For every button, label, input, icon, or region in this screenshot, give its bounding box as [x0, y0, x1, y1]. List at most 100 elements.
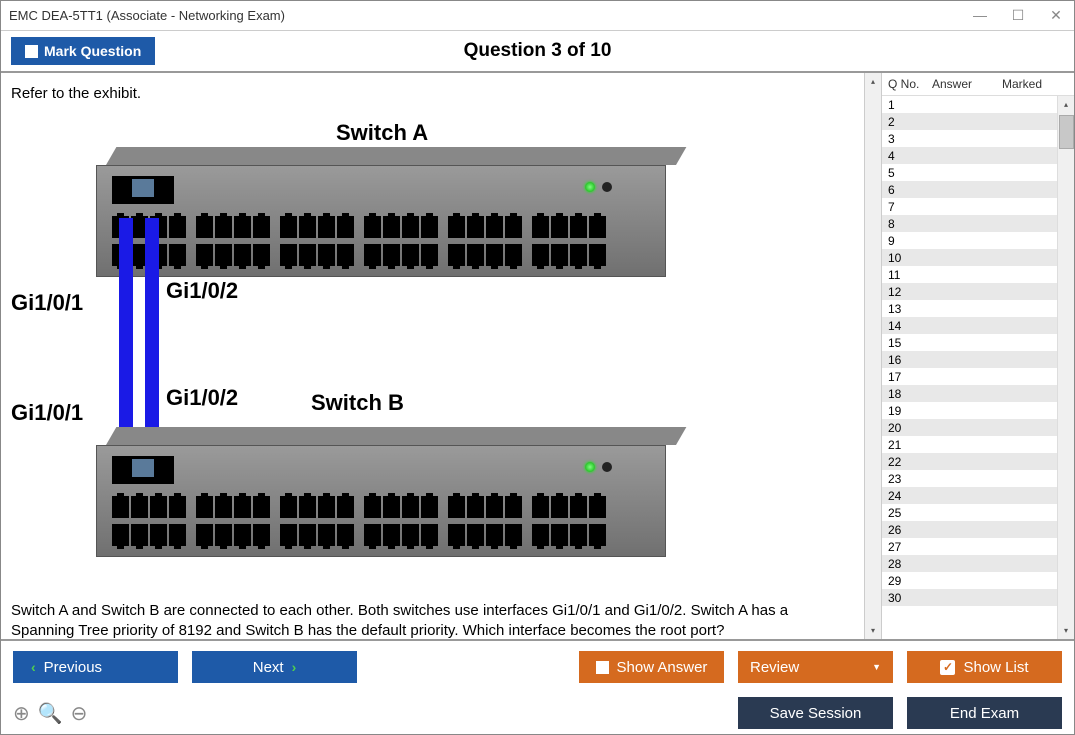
question-row[interactable]: 9 [882, 232, 1057, 249]
question-row[interactable]: 4 [882, 147, 1057, 164]
scroll-down-icon[interactable]: ▾ [866, 622, 881, 639]
checkbox-icon [596, 661, 609, 674]
mark-question-button[interactable]: Mark Question [11, 37, 155, 65]
question-row[interactable]: 14 [882, 317, 1057, 334]
zoom-reset-icon[interactable]: 🔍 [38, 701, 63, 726]
close-button[interactable]: ✕ [1046, 7, 1066, 24]
led-green-icon [585, 462, 595, 472]
window-controls: — ☐ ✕ [970, 7, 1066, 24]
switch-a [96, 165, 666, 277]
question-row[interactable]: 1 [882, 96, 1057, 113]
previous-button[interactable]: ‹ Previous [13, 651, 178, 683]
question-list: 1234567891011121314151617181920212223242… [882, 96, 1057, 639]
mark-question-label: Mark Question [44, 43, 141, 59]
switch-b-body [96, 445, 666, 557]
question-list-panel: Q No. Answer Marked 12345678910111213141… [881, 73, 1074, 639]
next-label: Next [253, 659, 284, 676]
question-row[interactable]: 8 [882, 215, 1057, 232]
show-list-button[interactable]: ✓ Show List [907, 651, 1062, 683]
question-row[interactable]: 18 [882, 385, 1057, 402]
col-marked: Marked [1002, 77, 1072, 91]
question-row[interactable]: 29 [882, 572, 1057, 589]
question-row[interactable]: 16 [882, 351, 1057, 368]
question-list-header: Q No. Answer Marked [882, 73, 1074, 96]
footer-row-2: ⊕ 🔍 ⊖ Save Session End Exam [13, 697, 1062, 729]
question-row[interactable]: 17 [882, 368, 1057, 385]
content-area: Refer to the exhibit. Switch A [1, 73, 864, 639]
scroll-thumb[interactable] [1059, 115, 1074, 149]
question-row[interactable]: 19 [882, 402, 1057, 419]
scroll-up-icon[interactable]: ▴ [1059, 96, 1074, 113]
chevron-left-icon: ‹ [31, 659, 36, 675]
header-row: Mark Question Question 3 of 10 [1, 31, 1074, 73]
exhibit-intro: Refer to the exhibit. [11, 85, 854, 102]
led-off-icon [602, 462, 612, 472]
previous-label: Previous [44, 659, 102, 676]
zoom-controls: ⊕ 🔍 ⊖ [13, 701, 87, 726]
port-row-bottom [112, 524, 613, 546]
question-row[interactable]: 11 [882, 266, 1057, 283]
switch-b [96, 445, 666, 557]
question-row[interactable]: 2 [882, 113, 1057, 130]
end-exam-button[interactable]: End Exam [907, 697, 1062, 729]
scroll-down-icon[interactable]: ▾ [1059, 622, 1074, 639]
question-row[interactable]: 25 [882, 504, 1057, 521]
question-list-scrollbar[interactable]: ▴ ▾ [1057, 96, 1074, 639]
led-off-icon [602, 182, 612, 192]
review-dropdown[interactable]: Review ▼ [738, 651, 893, 683]
scroll-up-icon[interactable]: ▴ [866, 73, 881, 90]
question-row[interactable]: 27 [882, 538, 1057, 555]
port-label-b1: Gi1/0/1 [11, 400, 83, 426]
question-row[interactable]: 28 [882, 555, 1057, 572]
question-row[interactable]: 26 [882, 521, 1057, 538]
question-row[interactable]: 30 [882, 589, 1057, 606]
port-label-a2: Gi1/0/2 [166, 278, 238, 304]
window-title: EMC DEA-5TT1 (Associate - Networking Exa… [9, 8, 970, 23]
question-row[interactable]: 13 [882, 300, 1057, 317]
col-qno: Q No. [888, 77, 932, 91]
question-row[interactable]: 15 [882, 334, 1057, 351]
switch-a-label: Switch A [336, 120, 428, 146]
save-session-button[interactable]: Save Session [738, 697, 893, 729]
show-answer-button[interactable]: Show Answer [579, 651, 724, 683]
end-exam-label: End Exam [950, 705, 1019, 722]
mgmt-port-icon [112, 456, 174, 484]
question-row[interactable]: 21 [882, 436, 1057, 453]
port-row-top [112, 216, 613, 238]
footer: ‹ Previous Next › Show Answer Review ▼ ✓… [1, 639, 1074, 734]
review-label: Review [750, 659, 799, 676]
main-area: Refer to the exhibit. Switch A [1, 73, 1074, 639]
checkbox-checked-icon: ✓ [940, 660, 955, 675]
app-window: EMC DEA-5TT1 (Associate - Networking Exa… [0, 0, 1075, 735]
question-row[interactable]: 7 [882, 198, 1057, 215]
question-row[interactable]: 6 [882, 181, 1057, 198]
question-row[interactable]: 5 [882, 164, 1057, 181]
question-row[interactable]: 12 [882, 283, 1057, 300]
maximize-button[interactable]: ☐ [1008, 7, 1028, 24]
question-row[interactable]: 3 [882, 130, 1057, 147]
question-text: Switch A and Switch B are connected to e… [11, 601, 854, 639]
minimize-button[interactable]: — [970, 7, 990, 24]
switch-a-body [96, 165, 666, 277]
port-label-b2: Gi1/0/2 [166, 385, 238, 411]
chevron-down-icon: ▼ [872, 662, 881, 672]
switch-top-face [106, 427, 686, 445]
question-row[interactable]: 23 [882, 470, 1057, 487]
content-scrollbar[interactable]: ▴ ▾ [864, 73, 881, 639]
zoom-out-icon[interactable]: ⊖ [71, 701, 88, 726]
show-list-label: Show List [963, 659, 1028, 676]
switch-b-label: Switch B [311, 390, 404, 416]
question-row[interactable]: 10 [882, 249, 1057, 266]
switch-top-face [106, 147, 686, 165]
mgmt-port-icon [112, 176, 174, 204]
port-row-bottom [112, 244, 613, 266]
save-session-label: Save Session [770, 705, 862, 722]
next-button[interactable]: Next › [192, 651, 357, 683]
question-row[interactable]: 24 [882, 487, 1057, 504]
zoom-in-icon[interactable]: ⊕ [13, 701, 30, 726]
col-answer: Answer [932, 77, 1002, 91]
question-row[interactable]: 20 [882, 419, 1057, 436]
footer-row-1: ‹ Previous Next › Show Answer Review ▼ ✓… [13, 651, 1062, 683]
port-label-a1: Gi1/0/1 [11, 290, 83, 316]
question-row[interactable]: 22 [882, 453, 1057, 470]
